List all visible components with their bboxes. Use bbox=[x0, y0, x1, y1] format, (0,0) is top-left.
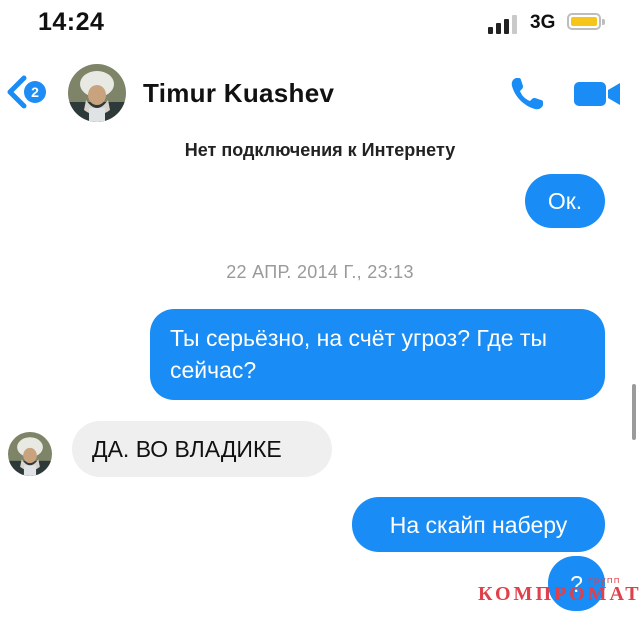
message-bubble-outgoing[interactable]: Ты серьёзно, на счёт угроз? Где ты сейча… bbox=[150, 309, 605, 400]
message-bubble-incoming[interactable]: ДА. ВО ВЛАДИКЕ bbox=[72, 421, 332, 477]
unread-badge[interactable]: 2 bbox=[24, 81, 46, 103]
battery-icon bbox=[567, 13, 605, 30]
sender-avatar[interactable] bbox=[8, 432, 52, 476]
video-camera-icon[interactable] bbox=[574, 80, 622, 108]
signal-strength-icon bbox=[488, 14, 520, 34]
offline-banner: Нет подключения к Интернету bbox=[184, 140, 456, 160]
contact-avatar[interactable] bbox=[68, 64, 126, 122]
scrollbar[interactable] bbox=[632, 384, 636, 440]
phone-icon[interactable] bbox=[507, 74, 547, 114]
status-time: 14:24 bbox=[38, 8, 105, 36]
network-type: 3G bbox=[530, 12, 556, 33]
watermark-logo: КОМПРОМАТ bbox=[478, 583, 640, 605]
message-timestamp: 22 АПР. 2014 Г., 23:13 bbox=[226, 262, 414, 282]
contact-name[interactable]: Timur Kuashev bbox=[143, 78, 334, 109]
message-bubble-outgoing[interactable]: Ок. bbox=[525, 174, 605, 228]
message-bubble-outgoing[interactable]: На скайп наберу bbox=[352, 497, 605, 552]
